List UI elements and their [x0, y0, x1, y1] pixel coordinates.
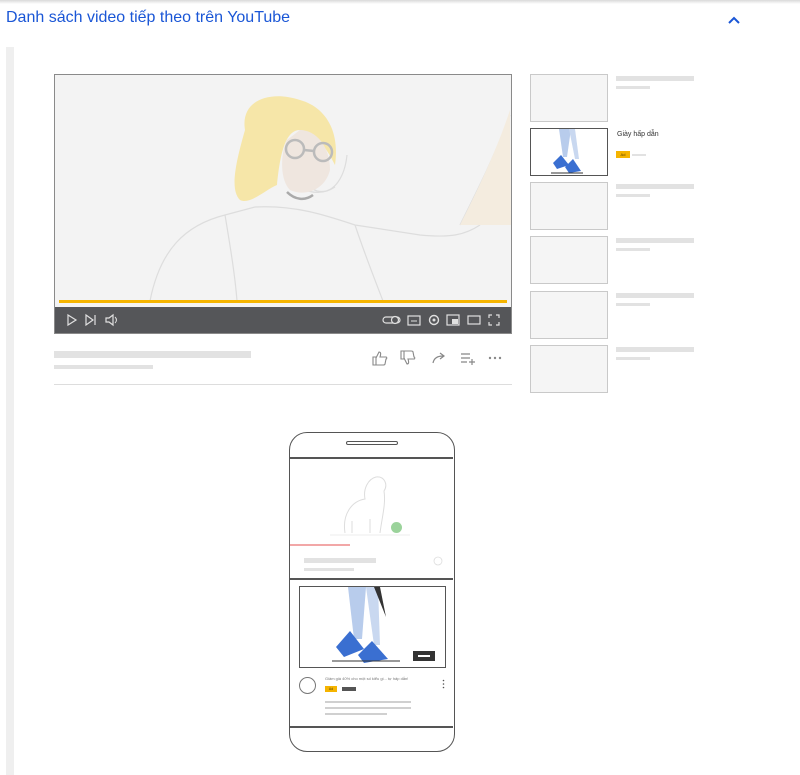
settings-icon[interactable] — [427, 313, 441, 327]
up-next-thumbnail-ad[interactable] — [530, 128, 608, 176]
video-meta-placeholder — [54, 365, 153, 369]
save-to-playlist-icon[interactable] — [459, 350, 477, 366]
player-divider — [54, 384, 512, 385]
up-next-thumbnail[interactable] — [530, 74, 608, 122]
section-header[interactable]: Danh sách video tiếp theo trên YouTube — [0, 0, 800, 40]
ad-caption: Giảm giá 40% cho một số kiểu gi... tự hấ… — [325, 676, 409, 681]
up-next-featured-title: Giày hấp dẫn — [617, 131, 659, 138]
video-title-placeholder — [54, 351, 251, 358]
player-controls — [55, 307, 511, 333]
video-progress-bar[interactable] — [59, 300, 507, 303]
volume-icon[interactable] — [104, 313, 118, 327]
up-next-thumbnail[interactable] — [530, 236, 608, 284]
ad-badge: Ad — [616, 151, 630, 158]
section-title: Danh sách video tiếp theo trên YouTube — [6, 9, 291, 26]
ad-badge: Ad — [325, 686, 337, 692]
dislike-icon[interactable] — [399, 350, 417, 366]
mobile-ad-meta-placeholder — [342, 687, 356, 691]
dog-illustration — [330, 476, 410, 536]
next-icon[interactable] — [84, 313, 98, 327]
sneaker-illustration — [551, 129, 583, 174]
subtitles-icon[interactable] — [407, 313, 421, 327]
mobile-title-placeholder — [304, 558, 376, 563]
video-illustration — [149, 96, 511, 301]
up-next-meta-placeholder — [632, 154, 646, 156]
up-next-thumbnail[interactable] — [530, 182, 608, 230]
mobile-ad-card[interactable] — [299, 586, 446, 668]
more-icon[interactable] — [486, 350, 504, 366]
advertiser-avatar — [299, 677, 316, 694]
phone-bottom-divider — [290, 726, 453, 728]
miniplayer-icon[interactable] — [446, 313, 460, 327]
chevron-up-icon[interactable] — [725, 11, 743, 29]
video-player[interactable] — [54, 74, 512, 334]
up-next-title-placeholder — [616, 293, 694, 298]
mobile-expand-icon[interactable] — [433, 556, 443, 566]
ad-cta-button[interactable] — [413, 651, 435, 661]
up-next-meta-placeholder — [616, 86, 650, 89]
fullscreen-icon[interactable] — [487, 313, 501, 327]
up-next-meta-placeholder — [616, 194, 650, 197]
up-next-title-placeholder — [616, 347, 694, 352]
status-indicator-dot — [391, 522, 402, 533]
up-next-meta-placeholder — [616, 303, 650, 306]
mobile-mockup: Giảm giá 40% cho một số kiểu gi... tự hấ… — [289, 432, 455, 752]
mobile-text-placeholder — [325, 701, 411, 703]
play-icon[interactable] — [65, 313, 79, 327]
phone-mid-divider — [290, 578, 453, 580]
mobile-text-placeholder — [325, 707, 411, 709]
up-next-thumbnail[interactable] — [530, 291, 608, 339]
mobile-meta-placeholder — [304, 568, 354, 571]
like-icon[interactable] — [371, 350, 389, 366]
autoplay-toggle-icon[interactable] — [382, 313, 402, 327]
mobile-progress-bar — [290, 544, 350, 546]
theater-mode-icon[interactable] — [467, 313, 481, 327]
up-next-thumbnail[interactable] — [530, 345, 608, 393]
section-left-border — [6, 47, 14, 775]
up-next-title-placeholder — [616, 76, 694, 81]
phone-speaker — [346, 441, 398, 445]
share-icon[interactable] — [430, 350, 448, 366]
up-next-meta-placeholder — [616, 357, 650, 360]
up-next-title-placeholder — [616, 184, 694, 189]
up-next-title-placeholder — [616, 238, 694, 243]
more-vert-icon[interactable] — [442, 679, 445, 689]
mobile-text-placeholder — [325, 713, 387, 715]
up-next-meta-placeholder — [616, 248, 650, 251]
